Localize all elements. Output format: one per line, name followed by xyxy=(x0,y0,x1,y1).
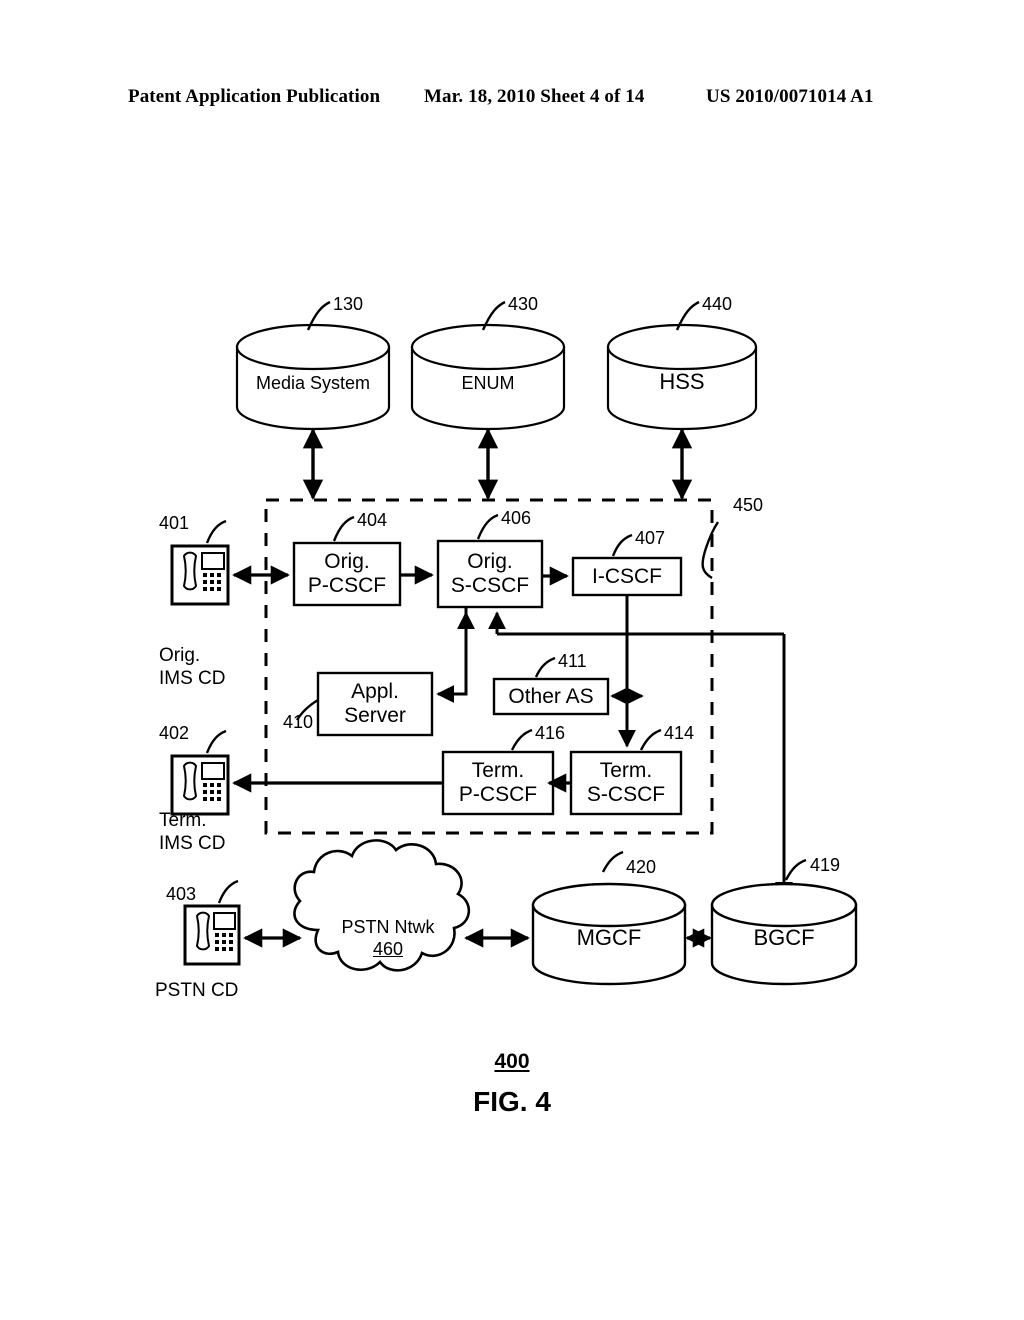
caption-orig-ims-cd-line2: IMS CD xyxy=(159,668,226,689)
figure-caption: 400 FIG. 4 xyxy=(0,1050,1024,1118)
leader-416 xyxy=(510,728,533,751)
orig-p-cscf-line2: P-CSCF xyxy=(307,574,387,597)
ref-420: 420 xyxy=(626,857,657,877)
appl-server-line1: Appl. xyxy=(351,680,399,704)
i-cscf-line1: I-CSCF xyxy=(592,564,662,588)
leader-404 xyxy=(332,515,355,542)
leader-414 xyxy=(639,728,662,751)
text-pstn-network: PSTN Ntwk 460 xyxy=(318,915,458,961)
label-mgcf: MGCF xyxy=(576,925,642,950)
leader-419 xyxy=(784,858,807,881)
caption-pstn-cd: PSTN CD xyxy=(155,980,239,1001)
ref-411: 411 xyxy=(558,651,587,671)
diagram-vector-layer xyxy=(170,300,858,986)
leader-411 xyxy=(534,656,556,678)
ref-401: 401 xyxy=(159,513,190,533)
ref-414: 414 xyxy=(664,723,695,743)
leader-420 xyxy=(601,850,624,873)
leader-406 xyxy=(476,513,499,540)
ref-430: 430 xyxy=(508,294,539,314)
term-p-cscf-line2: P-CSCF xyxy=(458,783,538,806)
label-media-system: Media System xyxy=(255,372,371,393)
text-orig-s-cscf: Orig. S-CSCF xyxy=(438,541,542,607)
ref-406: 406 xyxy=(501,508,532,528)
leader-402 xyxy=(205,729,227,754)
pstn-network-label: PSTN Ntwk xyxy=(341,916,435,937)
ref-450: 450 xyxy=(733,495,764,515)
caption-orig-ims-cd-line1: Orig. xyxy=(159,645,201,666)
ref-402: 402 xyxy=(159,723,190,743)
figure-number: 400 xyxy=(494,1050,530,1073)
term-s-cscf-line1: Term. xyxy=(599,759,653,783)
text-term-s-cscf: Term. S-CSCF xyxy=(571,752,681,814)
term-s-cscf-line2: S-CSCF xyxy=(586,783,666,806)
figure-label: FIG. 4 xyxy=(473,1086,551,1117)
text-orig-p-cscf: Orig. P-CSCF xyxy=(294,543,400,605)
desk-phone-icon-403 xyxy=(183,904,241,966)
text-term-p-cscf: Term. P-CSCF xyxy=(443,752,553,814)
label-bgcf: BGCF xyxy=(753,925,815,950)
figure-400-diagram: Media System ENUM HSS 130 430 440 450 40… xyxy=(0,0,1024,1320)
appl-server-line2: Server xyxy=(344,704,406,727)
ref-403: 403 xyxy=(166,884,197,904)
desk-phone-icon-402 xyxy=(170,754,230,816)
text-appl-server: Appl. Server xyxy=(318,673,432,735)
text-other-as: Other AS xyxy=(494,679,608,714)
leader-450 xyxy=(701,521,719,580)
text-i-cscf: I-CSCF xyxy=(573,558,681,595)
ref-440: 440 xyxy=(702,294,733,314)
orig-p-cscf-line1: Orig. xyxy=(324,550,370,574)
label-hss: HSS xyxy=(659,369,705,394)
patent-figure-page: Patent Application Publication Mar. 18, … xyxy=(0,0,1024,1320)
caption-term-ims-cd-line1: Term. xyxy=(159,810,207,831)
ref-410: 410 xyxy=(283,712,314,732)
ref-130: 130 xyxy=(333,294,364,314)
orig-s-cscf-line1: Orig. xyxy=(467,550,513,574)
orig-s-cscf-line2: S-CSCF xyxy=(450,574,530,597)
term-p-cscf-line1: Term. xyxy=(471,759,525,783)
label-enum: ENUM xyxy=(461,372,515,393)
ref-404: 404 xyxy=(357,510,388,530)
leader-403 xyxy=(217,879,239,904)
ref-419: 419 xyxy=(810,855,841,875)
desk-phone-icon-401 xyxy=(170,544,230,606)
other-as-line1: Other AS xyxy=(508,684,594,708)
leader-407 xyxy=(611,533,633,557)
ref-407: 407 xyxy=(635,528,666,548)
ref-460: 460 xyxy=(372,939,404,959)
leader-401 xyxy=(205,519,227,544)
caption-term-ims-cd-line2: IMS CD xyxy=(159,833,226,854)
ref-416: 416 xyxy=(535,723,566,743)
link-orig-s-cscf-to-appl-server xyxy=(436,607,468,703)
